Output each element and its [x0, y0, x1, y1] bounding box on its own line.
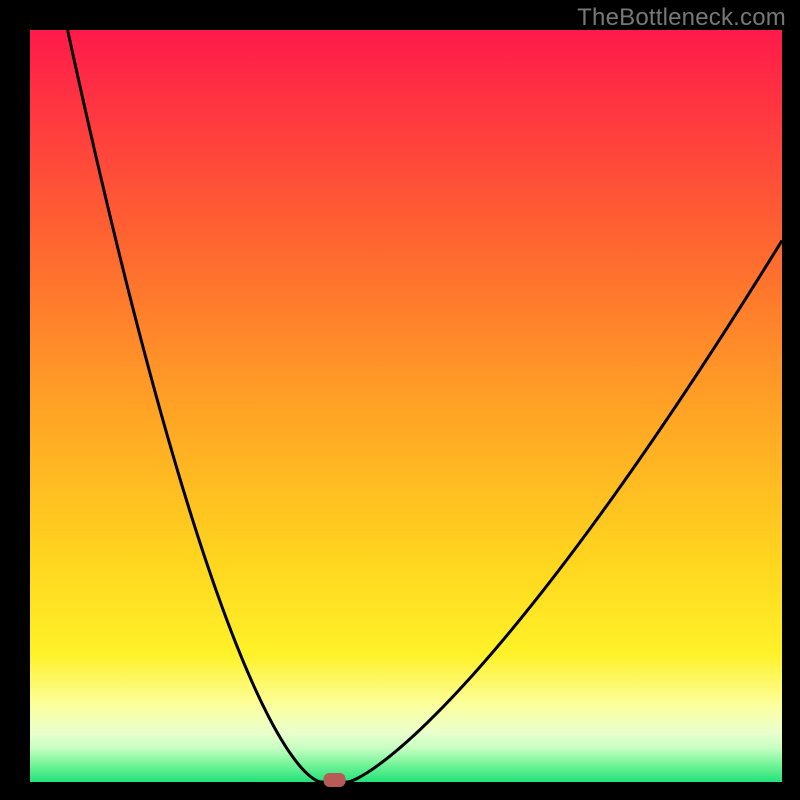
watermark-text: TheBottleneck.com: [577, 4, 786, 32]
optimum-marker: [324, 773, 346, 787]
plot-area: [30, 30, 782, 782]
chart-frame: TheBottleneck.com: [0, 0, 800, 800]
bottleneck-chart: [0, 0, 800, 800]
